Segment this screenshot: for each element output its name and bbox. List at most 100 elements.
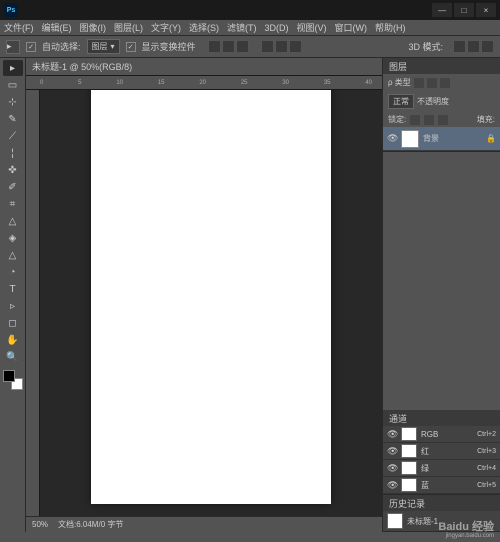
auto-select-checkbox[interactable]: ✓: [26, 42, 36, 52]
menu-image[interactable]: 图像(I): [80, 21, 107, 34]
align-icon[interactable]: [236, 40, 249, 53]
history-tab[interactable]: 历史记录: [383, 495, 500, 511]
maximize-button[interactable]: □: [454, 3, 474, 17]
titlebar: Ps — □ ×: [0, 0, 500, 20]
menubar: 文件(F) 编辑(E) 图像(I) 图层(L) 文字(Y) 选择(S) 滤镜(T…: [0, 20, 500, 36]
channel-shortcut: Ctrl+5: [477, 482, 496, 489]
channel-row[interactable]: 👁 绿 Ctrl+4: [383, 460, 500, 477]
eraser-tool[interactable]: ◈: [3, 230, 23, 246]
lock-position-icon[interactable]: [424, 115, 434, 125]
menu-filter[interactable]: 滤镜(T): [227, 21, 257, 34]
layers-tab[interactable]: 图层: [383, 58, 500, 74]
type-tool[interactable]: T: [3, 281, 23, 297]
menu-help[interactable]: 帮助(H): [375, 21, 406, 34]
filter-icon[interactable]: [427, 78, 437, 88]
visibility-icon[interactable]: 👁: [387, 133, 397, 144]
layer-kind-label: ρ 类型: [388, 77, 411, 88]
lasso-tool[interactable]: ⊹: [3, 94, 23, 110]
hand-tool[interactable]: ✋: [3, 332, 23, 348]
ruler-horizontal: 0510152025303540: [26, 76, 382, 90]
marquee-tool[interactable]: ▭: [3, 77, 23, 93]
status-bar: 50% 文档:6.04M/0 字节: [26, 516, 382, 532]
filter-icon[interactable]: [440, 78, 450, 88]
3d-icon[interactable]: [467, 40, 480, 53]
brush-tool[interactable]: ✐: [3, 179, 23, 195]
channel-thumb: [401, 444, 417, 458]
canvas-viewport[interactable]: [40, 90, 382, 516]
distribute-icons: [261, 40, 302, 53]
wand-tool[interactable]: ✎: [3, 111, 23, 127]
visibility-icon[interactable]: 👁: [387, 446, 397, 457]
main-area: ▸ ▭ ⊹ ✎ ⟋ ¦ ✜ ✐ ⌗ △ ◈ △ ◔ T ▹ ◻ ✋ 🔍 未标题-…: [0, 58, 500, 532]
document-area: 未标题-1 @ 50%(RGB/8) 0510152025303540 50% …: [26, 58, 382, 532]
channel-thumb: [401, 427, 417, 441]
gradient-tool[interactable]: △: [3, 247, 23, 263]
dist-icon[interactable]: [289, 40, 302, 53]
layer-row[interactable]: 👁 背景 🔒: [383, 127, 500, 151]
auto-select-dropdown[interactable]: 图层▾: [87, 39, 120, 54]
menu-window[interactable]: 窗口(W): [335, 21, 368, 34]
options-bar: ▸ ✓ 自动选择: 图层▾ ✓ 显示变换控件 3D 模式:: [0, 36, 500, 58]
menu-layer[interactable]: 图层(L): [114, 21, 143, 34]
path-tool[interactable]: ▹: [3, 298, 23, 314]
channel-row[interactable]: 👁 蓝 Ctrl+5: [383, 477, 500, 494]
fill-label: 填充:: [477, 114, 495, 125]
menu-file[interactable]: 文件(F): [4, 21, 34, 34]
shape-tool[interactable]: ◻: [3, 315, 23, 331]
menu-edit[interactable]: 编辑(E): [42, 21, 72, 34]
blend-mode-dropdown[interactable]: 正常: [388, 94, 414, 109]
visibility-icon[interactable]: 👁: [387, 429, 397, 440]
move-tool-preset-icon[interactable]: ▸: [6, 40, 20, 54]
stamp-tool[interactable]: ⌗: [3, 196, 23, 212]
transform-checkbox[interactable]: ✓: [126, 42, 136, 52]
lock-all-icon[interactable]: [438, 115, 448, 125]
3d-icon[interactable]: [453, 40, 466, 53]
channel-shortcut: Ctrl+2: [477, 431, 496, 438]
history-brush-tool[interactable]: △: [3, 213, 23, 229]
color-swatches[interactable]: [3, 370, 23, 390]
move-tool[interactable]: ▸: [3, 60, 23, 76]
menu-3d[interactable]: 3D(D): [265, 23, 289, 33]
align-icon[interactable]: [222, 40, 235, 53]
heal-tool[interactable]: ✜: [3, 162, 23, 178]
channel-name: RGB: [421, 430, 438, 439]
menu-select[interactable]: 选择(S): [189, 21, 219, 34]
filter-icon[interactable]: [414, 78, 424, 88]
crop-tool[interactable]: ⟋: [3, 128, 23, 144]
menu-type[interactable]: 文字(Y): [151, 21, 181, 34]
close-button[interactable]: ×: [476, 3, 496, 17]
transform-label: 显示变换控件: [142, 40, 196, 53]
channels-panel: 通道 👁 RGB Ctrl+2 👁 红 Ctrl+3 👁 绿 Ctrl+4 👁: [383, 410, 500, 495]
align-icons: [208, 40, 249, 53]
dist-icon[interactable]: [261, 40, 274, 53]
foreground-color[interactable]: [3, 370, 15, 382]
channel-row[interactable]: 👁 红 Ctrl+3: [383, 443, 500, 460]
channel-shortcut: Ctrl+4: [477, 465, 496, 472]
lock-pixels-icon[interactable]: [410, 115, 420, 125]
eyedropper-tool[interactable]: ¦: [3, 145, 23, 161]
visibility-icon[interactable]: 👁: [387, 480, 397, 491]
visibility-icon[interactable]: 👁: [387, 463, 397, 474]
lock-label: 锁定:: [388, 114, 406, 125]
toolbar: ▸ ▭ ⊹ ✎ ⟋ ¦ ✜ ✐ ⌗ △ ◈ △ ◔ T ▹ ◻ ✋ 🔍: [0, 58, 26, 532]
ruler-vertical: [26, 90, 40, 516]
auto-select-label: 自动选择:: [42, 40, 81, 53]
dist-icon[interactable]: [275, 40, 288, 53]
menu-view[interactable]: 视图(V): [297, 21, 327, 34]
layer-name[interactable]: 背景: [423, 133, 439, 144]
layer-thumbnail[interactable]: [401, 130, 419, 148]
zoom-tool[interactable]: 🔍: [3, 349, 23, 365]
minimize-button[interactable]: —: [432, 3, 452, 17]
3d-icon[interactable]: [481, 40, 494, 53]
blur-tool[interactable]: ◔: [3, 264, 23, 280]
canvas[interactable]: [91, 90, 331, 504]
document-tab[interactable]: 未标题-1 @ 50%(RGB/8): [26, 58, 382, 76]
zoom-level[interactable]: 50%: [32, 520, 48, 529]
doc-info: 文档:6.04M/0 字节: [58, 519, 123, 530]
lock-icon: 🔒: [486, 134, 496, 143]
watermark: Baidu 经验 jingyan.baidu.com: [438, 521, 494, 540]
channels-tab[interactable]: 通道: [383, 410, 500, 426]
channel-row[interactable]: 👁 RGB Ctrl+2: [383, 426, 500, 443]
align-icon[interactable]: [208, 40, 221, 53]
history-thumb: [387, 513, 403, 529]
